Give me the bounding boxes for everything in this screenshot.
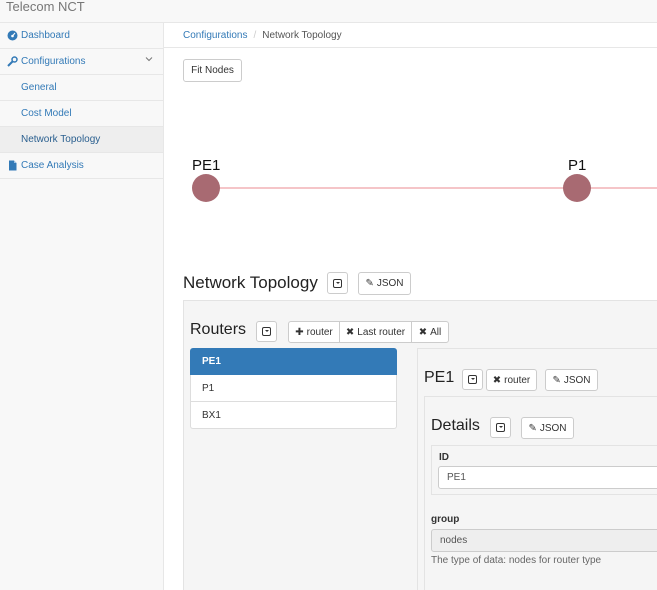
pencil-icon: ✎ [365,278,374,289]
sidebar-item-general[interactable]: General [0,75,163,101]
top-navbar: Telecom NCT [0,0,657,23]
sidebar-item-label: Network Topology [21,134,101,145]
list-item[interactable]: PE1 [190,348,397,375]
collapse-icon [496,423,505,432]
breadcrumb-configurations[interactable]: Configurations [183,30,247,41]
collapse-icon [333,278,342,288]
sidebar-item-label: General [21,82,57,93]
dashboard-icon [7,30,18,41]
pencil-icon: ✎ [528,422,537,434]
graph-node-p1[interactable] [563,174,591,202]
section-title-network-topology: Network Topology [183,273,318,292]
close-icon: ✖ [345,326,355,338]
sidebar-item-cost-model[interactable]: Cost Model [0,101,163,127]
sidebar-item-label: Case Analysis [21,160,84,171]
sidebar-item-network-topology[interactable]: Network Topology [0,127,163,153]
group-label: group [431,514,460,525]
sidebar-item-case-analysis[interactable]: Case Analysis [0,153,163,179]
network-graph[interactable]: PE1 P1 [164,150,657,210]
node-label-pe1: PE1 [192,157,221,174]
router-collapse-button[interactable] [462,369,483,390]
plus-icon: ✚ [295,326,304,338]
routers-collapse-button[interactable] [256,321,277,342]
button-label: JSON [376,278,404,289]
routers-list: PE1 P1 BX1 [190,348,397,429]
details-title: Details [431,417,480,434]
button-label: All [430,326,442,338]
app-title[interactable]: Telecom NCT [6,0,85,14]
file-icon [7,160,18,171]
sidebar-item-label: Cost Model [21,108,72,119]
close-icon: ✖ [418,326,428,338]
fit-nodes-button[interactable]: Fit Nodes [183,59,242,82]
button-label: Last router [357,326,406,338]
sidebar-item-label: Configurations [21,56,86,67]
wrench-icon [7,56,18,67]
list-item[interactable]: P1 [190,375,397,402]
divider [164,47,657,48]
id-label: ID [439,452,449,463]
group-help-text: The type of data: nodes for router type [431,555,602,566]
node-label-p1: P1 [568,157,587,174]
routers-title: Routers [190,321,247,338]
remove-last-router-button[interactable]: ✖ Last router [339,321,412,343]
router-detail-title: PE1 [424,369,455,386]
remove-router-button[interactable]: ✖ router [486,369,537,391]
add-router-button[interactable]: ✚ router [288,321,340,343]
pencil-icon: ✎ [552,374,561,386]
graph-node-pe1[interactable] [192,174,220,202]
button-label: router [504,374,531,386]
list-item[interactable]: BX1 [190,402,397,429]
details-json-button[interactable]: ✎ JSON [521,417,574,439]
collapse-icon [262,327,271,336]
router-json-button[interactable]: ✎ JSON [545,369,598,391]
sidebar-item-dashboard[interactable]: Dashboard [0,23,163,49]
button-label: Fit Nodes [191,65,234,76]
collapse-icon [468,375,477,384]
breadcrumb-current: Network Topology [262,30,342,41]
breadcrumb-separator: / [253,30,257,41]
button-label: JSON [539,422,567,434]
collapse-toggle-button[interactable] [327,272,348,294]
group-input[interactable]: nodes [431,529,657,552]
id-input[interactable]: PE1 [438,466,657,489]
button-label: JSON [563,374,591,386]
sidebar-item-configurations[interactable]: Configurations [0,49,163,75]
details-collapse-button[interactable] [490,417,511,438]
button-label: router [306,326,333,338]
sidebar-item-label: Dashboard [21,30,70,41]
close-icon: ✖ [492,374,502,386]
chevron-down-icon[interactable] [145,55,153,66]
topology-json-button[interactable]: ✎ JSON [358,272,411,295]
sidebar: Dashboard Configurations General Cost Mo… [0,23,164,590]
remove-all-routers-button[interactable]: ✖ All [411,321,449,343]
breadcrumb: Configurations / Network Topology [183,24,342,47]
